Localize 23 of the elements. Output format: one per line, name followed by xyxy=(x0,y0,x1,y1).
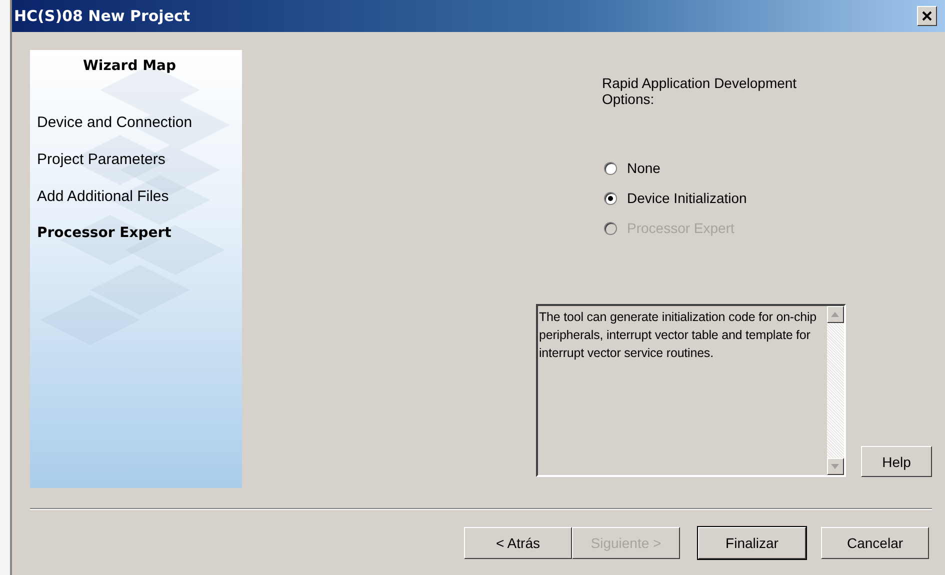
radio-option[interactable]: None xyxy=(604,159,932,177)
wizard-step: Add Additional Files xyxy=(37,188,242,225)
wizard-step: Processor Expert xyxy=(37,225,242,262)
window-title: HC(S)08 New Project xyxy=(14,7,190,25)
wizard-button[interactable]: < Atrás xyxy=(464,527,572,559)
wizard-button[interactable]: Finalizar xyxy=(698,527,806,559)
down-arrow-icon xyxy=(831,464,840,469)
wizard-map-title: Wizard Map xyxy=(82,58,176,74)
scroll-down-button[interactable] xyxy=(826,458,844,475)
help-button[interactable]: Help xyxy=(860,446,932,477)
wizard-step: Device and Connection xyxy=(37,114,242,151)
radio-button[interactable] xyxy=(604,162,617,174)
scrollbar[interactable] xyxy=(826,306,844,475)
wizard-button[interactable]: Cancelar xyxy=(821,527,929,559)
description-text: The tool can generate initialization code for on-chip peripherals, interrupt vector table and template for interrupt vector service routines. xyxy=(538,309,818,362)
up-arrow-icon xyxy=(831,312,840,317)
close-button[interactable] xyxy=(917,6,937,26)
radio-option[interactable]: Device Initialization xyxy=(604,189,932,207)
close-icon xyxy=(922,11,932,21)
scroll-up-button[interactable] xyxy=(826,306,844,323)
options-label: Rapid Application Development Options: xyxy=(602,75,798,107)
wizard-step: Project Parameters xyxy=(37,151,242,188)
radio-button[interactable] xyxy=(604,192,617,204)
